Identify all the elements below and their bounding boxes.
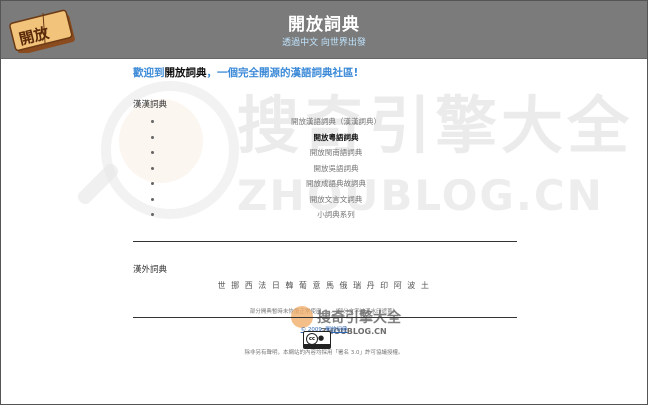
- cc-license-badge[interactable]: cc ●: [303, 331, 331, 349]
- by-icon: ●: [318, 334, 325, 342]
- han-dictionary-list: 開放漢語詞典（漢漢詞典） 開放粵語詞典 開放閩南語詞典 開放吳語詞典 開放成語典…: [151, 114, 521, 223]
- dict-item-minnan[interactable]: 開放閩南語詞典: [151, 145, 521, 161]
- site-subtitle: 透過中文 向世界出發: [282, 38, 366, 48]
- foreign-language-links[interactable]: 世 挪 西 法 日 韓 葡 意 馬 俄 瑞 丹 印 阿 波 土: [1, 280, 647, 291]
- bullet-icon: [151, 120, 154, 123]
- footer-note: 部分開典暫時未恢復正常使用，...（部分文字被浮水印遮蓋）: [249, 309, 399, 315]
- bullet-icon: [151, 166, 154, 170]
- welcome-message: 歡迎到開放詞典，一個完全開源的漢語詞典社區!: [133, 65, 358, 80]
- bullet-icon: [151, 197, 154, 201]
- dict-item-mini-series[interactable]: 小詞典系列: [151, 207, 521, 223]
- bullet-icon: [151, 182, 154, 185]
- bullet-icon: [151, 135, 154, 139]
- dict-item-classical[interactable]: 開放文言文詞典: [151, 192, 521, 208]
- site-header: 開放 開放詞典 透過中文 向世界出發: [1, 1, 647, 59]
- dict-item-wu[interactable]: 開放吳語詞典: [151, 161, 521, 177]
- dict-item-cantonese[interactable]: 開放粵語詞典: [151, 130, 521, 146]
- dict-item-idioms[interactable]: 開放成語典故詞典: [151, 176, 521, 192]
- page-frame: 開放 開放詞典 透過中文 向世界出發 搜奇引擎大全 ZHOUBLOG.CN 歡迎…: [0, 0, 648, 405]
- site-title[interactable]: 開放詞典: [1, 10, 647, 35]
- bullet-icon: [151, 151, 154, 154]
- welcome-prefix: 歡迎到: [133, 67, 165, 79]
- welcome-site-name: 開放詞典: [164, 67, 207, 79]
- dict-item-mandarin[interactable]: 開放漢語詞典（漢漢詞典）: [151, 114, 521, 130]
- footer-divider: [133, 317, 517, 318]
- foreign-section-heading: 漢外詞典: [133, 265, 168, 275]
- divider: [133, 241, 517, 242]
- bullet-icon: [151, 213, 154, 216]
- license-note: 除非另有聲明，本網站的內容均採用「署名 3.0」許可協議授權。: [244, 350, 404, 356]
- welcome-suffix: ，一個完全開源的漢語詞典社區!: [206, 67, 359, 79]
- han-section-heading: 漢漢詞典: [133, 100, 168, 110]
